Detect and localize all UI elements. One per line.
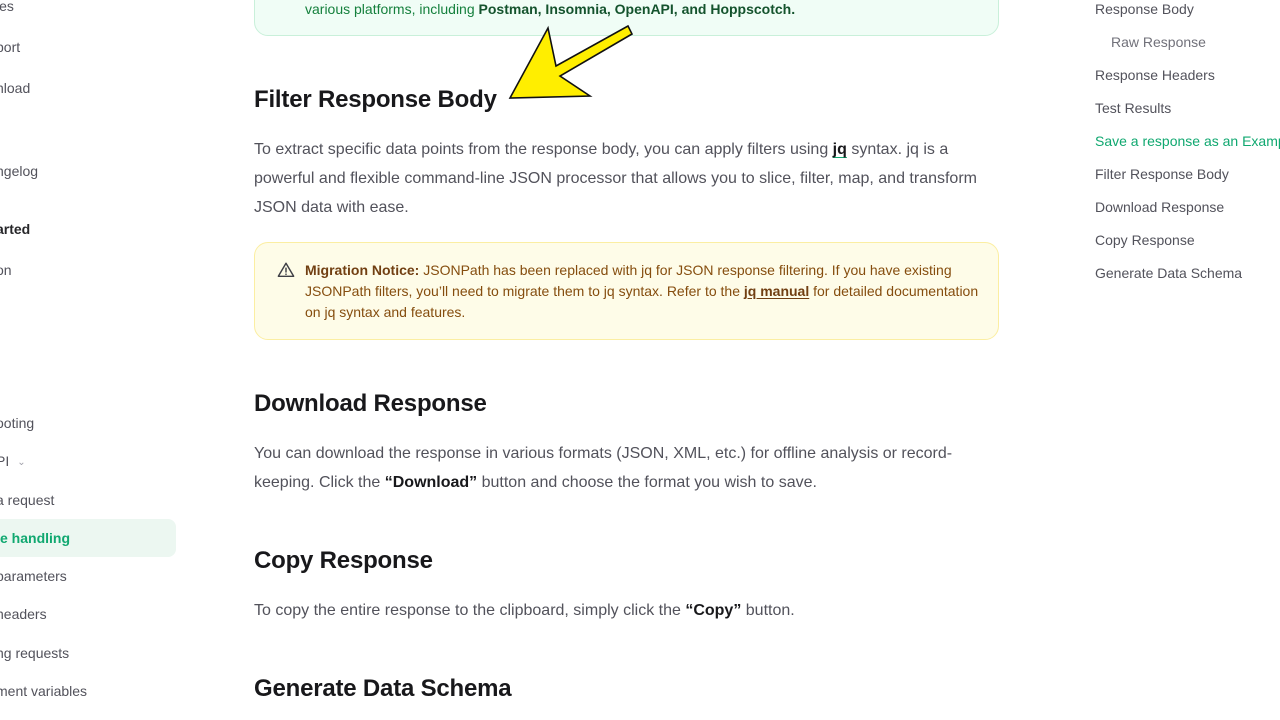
copy-text-after: button. xyxy=(741,602,795,619)
jq-link[interactable]: jq xyxy=(833,141,847,158)
sidebar-item-requests[interactable]: ng requests xyxy=(0,635,176,671)
download-description: You can download the response in various… xyxy=(254,439,989,497)
chevron-down-icon[interactable]: ⌄ xyxy=(17,445,25,481)
sidebar-item-les[interactable]: les xyxy=(0,0,176,24)
filter-description: To extract specific data points from the… xyxy=(254,135,989,222)
toc-item-raw-response[interactable]: Raw Response xyxy=(1111,34,1206,50)
toc-item-copy-response[interactable]: Copy Response xyxy=(1095,232,1195,248)
download-text-after: button and choose the format you wish to… xyxy=(477,474,817,491)
left-sidebar-nav: les port nload ngelog arted on t ooting … xyxy=(0,0,190,720)
migration-notice-text: Migration Notice: JSONPath has been repl… xyxy=(305,260,980,323)
toc-item-download-response[interactable]: Download Response xyxy=(1095,199,1224,215)
migration-notice: Migration Notice: JSONPath has been repl… xyxy=(254,242,999,340)
toc-item-filter-response-body[interactable]: Filter Response Body xyxy=(1095,166,1229,182)
sidebar-item-troubleshooting[interactable]: ooting xyxy=(0,405,176,441)
sidebar-item-t[interactable]: t xyxy=(0,290,176,326)
sidebar-item-environment-variables[interactable]: ment variables xyxy=(0,673,176,709)
table-of-contents: Response Body Raw Response Response Head… xyxy=(1095,0,1280,720)
sidebar-item-nload[interactable]: nload xyxy=(0,70,176,106)
integration-notice-prefix: various platforms, including xyxy=(305,1,479,17)
sidebar-section-getting-started: arted xyxy=(0,221,31,237)
sidebar-item-request[interactable]: a request xyxy=(0,482,176,518)
sidebar-item-parameters[interactable]: parameters xyxy=(0,558,176,594)
heading-generate-data-schema: Generate Data Schema xyxy=(254,675,512,702)
copy-button-ref: “Copy” xyxy=(685,602,742,619)
annotation-arrow-icon xyxy=(508,24,634,99)
jq-manual-link[interactable]: jq manual xyxy=(744,283,809,299)
copy-description: To copy the entire response to the clipb… xyxy=(254,596,989,625)
warning-triangle-icon xyxy=(277,262,295,278)
filter-text-before: To extract specific data points from the… xyxy=(254,141,833,158)
sidebar-item-api[interactable]: PI ⌄ xyxy=(0,443,176,479)
sidebar-item-api-label: PI xyxy=(0,453,10,469)
integration-notice-platforms: Postman, Insomnia, OpenAPI, and Hoppscot… xyxy=(478,1,796,17)
heading-filter-response-body: Filter Response Body xyxy=(254,86,497,113)
migration-notice-title: Migration Notice: xyxy=(305,262,420,278)
sidebar-item-port[interactable]: port xyxy=(0,29,176,65)
toc-item-save-response-example[interactable]: Save a response as an Example xyxy=(1095,133,1280,149)
sidebar-item-on[interactable]: on xyxy=(0,252,176,288)
toc-item-response-headers[interactable]: Response Headers xyxy=(1095,67,1215,83)
sidebar-item-headers[interactable]: headers xyxy=(0,596,176,632)
toc-item-generate-data-schema[interactable]: Generate Data Schema xyxy=(1095,265,1242,281)
docs-page: les port nload ngelog arted on t ooting … xyxy=(0,0,1280,720)
toc-item-response-body[interactable]: Response Body xyxy=(1095,1,1194,17)
heading-download-response: Download Response xyxy=(254,390,487,417)
heading-copy-response: Copy Response xyxy=(254,547,433,574)
toc-item-test-results[interactable]: Test Results xyxy=(1095,100,1171,116)
sidebar-item-response-handling[interactable]: e handling xyxy=(0,519,176,557)
integration-notice-text: various platforms, including Postman, In… xyxy=(305,1,795,17)
sidebar-item-changelog[interactable]: ngelog xyxy=(0,153,176,189)
copy-text-before: To copy the entire response to the clipb… xyxy=(254,602,686,619)
download-button-ref: “Download” xyxy=(384,474,478,491)
